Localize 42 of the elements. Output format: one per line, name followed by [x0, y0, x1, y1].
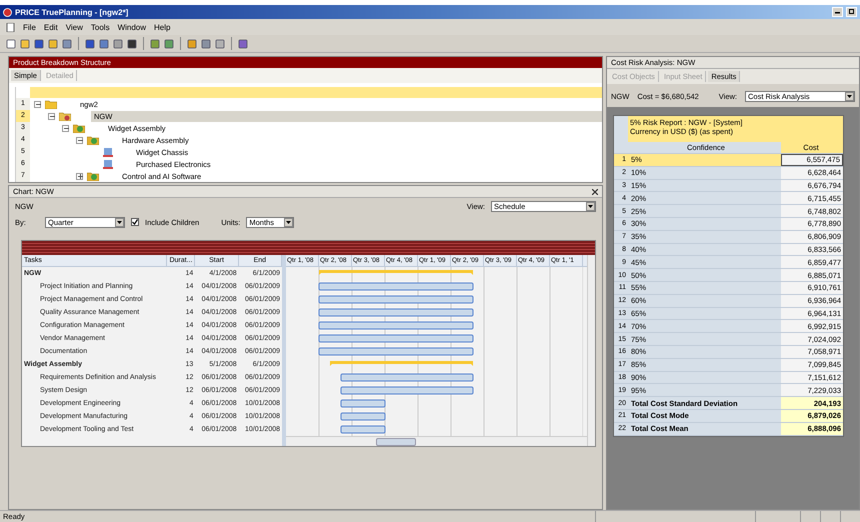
- component-icon: [103, 147, 113, 157]
- collapse-icon[interactable]: [48, 112, 55, 120]
- dropdown-arrow-icon[interactable]: [115, 218, 124, 226]
- vertical-scrollbar[interactable]: [587, 255, 595, 446]
- task-bar[interactable]: [340, 412, 386, 420]
- task-bar[interactable]: [318, 282, 474, 290]
- window-title: PRICE TruePlanning - [ngw2*]: [15, 8, 128, 16]
- dropdown-arrow-icon[interactable]: [845, 92, 854, 100]
- task-bar[interactable]: [318, 348, 474, 356]
- task-bar[interactable]: [340, 426, 386, 434]
- task-bar[interactable]: [340, 400, 386, 408]
- assembly-icon: [87, 135, 99, 145]
- close-icon[interactable]: [592, 188, 598, 194]
- dropdown-arrow-icon[interactable]: [284, 218, 294, 226]
- task-bar[interactable]: [318, 296, 474, 304]
- app-icon: [3, 8, 12, 16]
- menu-item[interactable]: Help: [154, 22, 170, 32]
- menu-item[interactable]: Tools: [90, 22, 110, 32]
- collapse-icon[interactable]: [76, 136, 83, 144]
- collapse-icon[interactable]: [62, 124, 69, 132]
- component-icon: [103, 159, 113, 169]
- task-bar[interactable]: [340, 374, 474, 382]
- scroll-thumb[interactable]: [376, 438, 416, 446]
- checkbox[interactable]: [131, 218, 139, 226]
- task-bar[interactable]: [318, 308, 474, 316]
- collapse-icon[interactable]: [34, 100, 41, 108]
- task-bar[interactable]: [318, 322, 474, 330]
- minimize-button[interactable]: [832, 7, 843, 17]
- dropdown-arrow-icon[interactable]: [586, 202, 595, 210]
- assembly-icon: [73, 123, 85, 133]
- menu-item[interactable]: Window: [118, 22, 146, 32]
- expand-icon[interactable]: [76, 172, 83, 180]
- task-bar[interactable]: [318, 334, 474, 342]
- horizontal-scrollbar[interactable]: [286, 436, 587, 446]
- menu-item[interactable]: File: [23, 22, 36, 32]
- menu-item[interactable]: Edit: [44, 22, 58, 32]
- document-icon[interactable]: [6, 22, 15, 32]
- assembly-icon: [87, 171, 99, 181]
- menu-item[interactable]: View: [66, 22, 83, 32]
- task-bar[interactable]: [340, 386, 474, 394]
- restore-icon[interactable]: [848, 8, 854, 14]
- restore-button[interactable]: [846, 7, 857, 17]
